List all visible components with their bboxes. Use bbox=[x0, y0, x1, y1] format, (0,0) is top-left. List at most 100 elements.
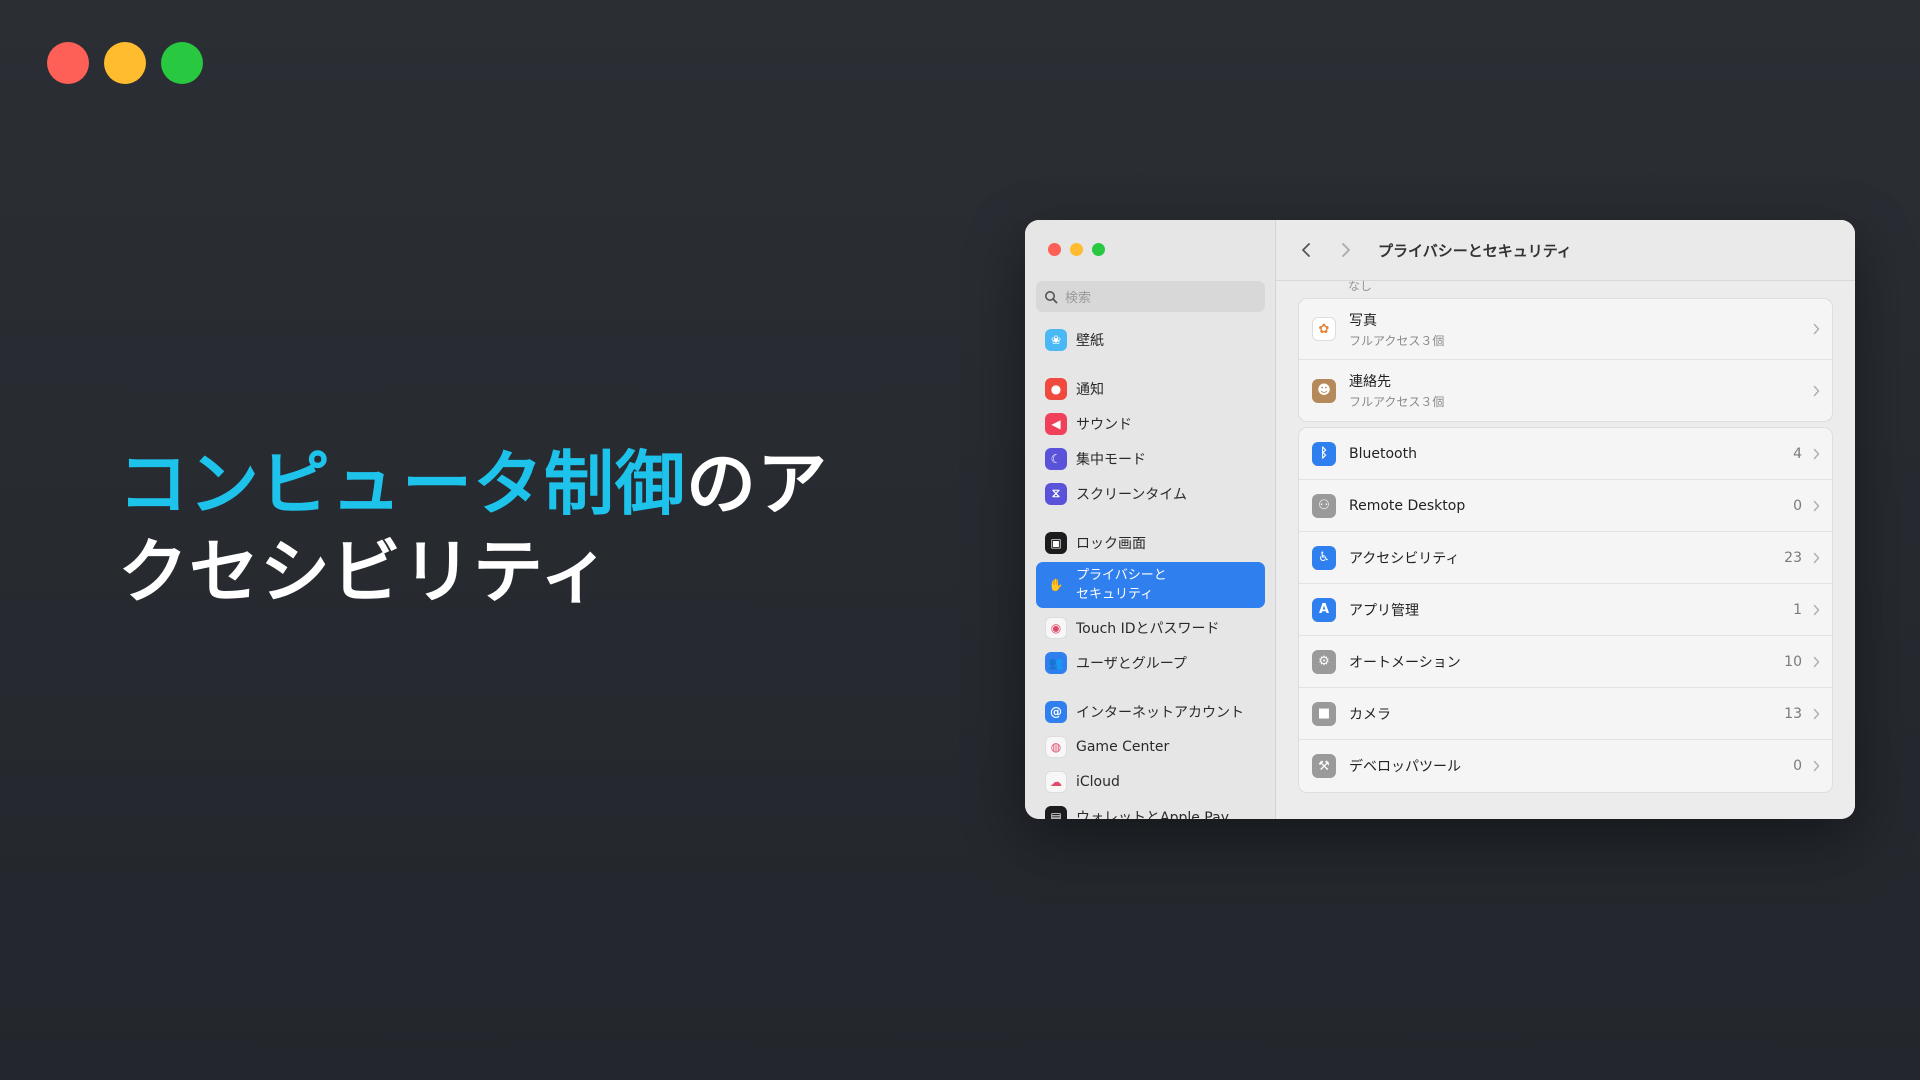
slide: コンピュータ制御のアクセシビリティ 検索 ❀ 壁紙 ● 通知 ◀ サウンド ☾ 集中モード ⧖ ス… bbox=[0, 0, 1920, 1080]
sidebar-item-label: スクリーンタイム bbox=[1076, 486, 1188, 503]
row-subtitle: フルアクセス３個 bbox=[1349, 333, 1445, 348]
bluetooth-icon: ᛒ bbox=[1312, 441, 1336, 466]
sidebar-item-label: サウンド bbox=[1076, 416, 1132, 433]
row-title: 連絡先 bbox=[1349, 374, 1391, 390]
chevron-right-icon bbox=[1813, 500, 1820, 511]
search-placeholder: 検索 bbox=[1065, 291, 1092, 306]
camera-icon: ■ bbox=[1312, 701, 1336, 726]
sidebar-item-sound[interactable]: ◀ サウンド bbox=[1025, 406, 1276, 441]
row-count: 0 bbox=[1793, 758, 1802, 774]
developer-tools-icon: ⚒ bbox=[1312, 754, 1336, 778]
row-count: 10 bbox=[1784, 653, 1802, 670]
settings-row-automation-gear[interactable]: ⚙ オートメーション 10 bbox=[1299, 636, 1832, 688]
sidebar-item-internet-accounts[interactable]: @ インターネットアカウント bbox=[1025, 694, 1276, 729]
settings-row-bluetooth[interactable]: ᛒ Bluetooth 4 bbox=[1299, 428, 1832, 480]
sidebar-item-label: ウォレットとApple Pay bbox=[1076, 809, 1229, 820]
touch-id-icon: ◉ bbox=[1045, 616, 1067, 639]
users-groups-icon: 👥 bbox=[1045, 651, 1067, 674]
settings-row-accessibility[interactable]: ♿ アクセシビリティ 23 bbox=[1299, 532, 1832, 584]
privacy-hand-icon: ✋ bbox=[1045, 574, 1067, 596]
row-title: Remote Desktop bbox=[1349, 497, 1466, 514]
sidebar-item-label: 通知 bbox=[1076, 381, 1104, 398]
forward-button[interactable] bbox=[1336, 240, 1356, 260]
row-count: 13 bbox=[1784, 705, 1802, 722]
zoom-dot-icon[interactable] bbox=[161, 42, 203, 84]
sidebar-item-notifications[interactable]: ● 通知 bbox=[1025, 371, 1276, 406]
row-texts: オートメーション bbox=[1349, 652, 1461, 672]
settings-row-app-store[interactable]: A アプリ管理 1 bbox=[1299, 584, 1832, 636]
accessibility-icon: ♿ bbox=[1312, 545, 1336, 570]
window-controls bbox=[1048, 243, 1105, 256]
sidebar-item-icloud[interactable]: ☁ iCloud bbox=[1025, 764, 1276, 799]
settings-group-apps: ✿ 写真フルアクセス３個 ☻ 連絡先 フルアクセス３個 bbox=[1298, 298, 1833, 422]
minimize-dot-icon[interactable] bbox=[104, 42, 146, 84]
icloud-icon: ☁ bbox=[1045, 770, 1067, 793]
minimize-button[interactable] bbox=[1070, 243, 1083, 256]
chevron-right-icon bbox=[1813, 656, 1820, 667]
settings-window: 検索 ❀ 壁紙 ● 通知 ◀ サウンド ☾ 集中モード ⧖ スクリーンタイム ▣ ロック画面 ✋ プライバ… bbox=[1025, 220, 1855, 819]
chevron-right-icon bbox=[1813, 448, 1820, 459]
notifications-icon: ● bbox=[1045, 377, 1067, 400]
row-texts: デベロッパツール bbox=[1349, 756, 1461, 776]
row-texts: 写真フルアクセス３個 bbox=[1349, 310, 1444, 349]
sidebar-item-touch-id[interactable]: ◉ Touch IDとパスワード bbox=[1025, 610, 1276, 645]
game-center-icon: ◍ bbox=[1045, 735, 1067, 758]
sidebar-item-lock-screen[interactable]: ▣ ロック画面 bbox=[1025, 525, 1276, 560]
toolbar: プライバシーとセキュリティ bbox=[1276, 220, 1855, 281]
settings-row-contacts[interactable]: ☻ 連絡先 フルアクセス３個 bbox=[1299, 360, 1832, 421]
sidebar-item-users-groups[interactable]: 👥 ユーザとグループ bbox=[1025, 645, 1276, 680]
close-dot-icon[interactable] bbox=[47, 42, 89, 84]
row-count: 1 bbox=[1793, 601, 1802, 618]
close-button[interactable] bbox=[1048, 243, 1061, 256]
sidebar-item-label: 集中モード bbox=[1076, 451, 1146, 468]
sidebar-item-game-center[interactable]: ◍ Game Center bbox=[1025, 729, 1276, 764]
headline-accent: コンピュータ制御 bbox=[118, 443, 686, 525]
row-texts: 連絡先 フルアクセス３個 bbox=[1349, 371, 1444, 410]
row-count: 4 bbox=[1793, 445, 1802, 462]
wallpaper-icon: ❀ bbox=[1045, 328, 1067, 351]
row-texts: カメラ bbox=[1349, 704, 1391, 724]
settings-group-permissions: ᛒ Bluetooth 4 ⚇ Remote Desktop 0 ♿ アクセシビリティ 23 A ア… bbox=[1298, 427, 1833, 793]
internet-accounts-icon: @ bbox=[1045, 700, 1067, 723]
chevron-right-icon bbox=[1813, 604, 1820, 615]
row-title: アクセシビリティ bbox=[1349, 550, 1460, 567]
chevron-right-icon bbox=[1342, 243, 1350, 257]
sidebar: 検索 ❀ 壁紙 ● 通知 ◀ サウンド ☾ 集中モード ⧖ スクリーンタイム ▣ ロック画面 ✋ プライバ… bbox=[1025, 220, 1276, 819]
sidebar-item-wallpaper[interactable]: ❀ 壁紙 bbox=[1025, 322, 1276, 357]
photos-icon: ✿ bbox=[1312, 317, 1336, 341]
search-input[interactable]: 検索 bbox=[1036, 281, 1265, 312]
sidebar-item-label: Game Center bbox=[1076, 738, 1170, 755]
app-store-icon: A bbox=[1312, 597, 1336, 622]
sidebar-item-label: インターネットアカウント bbox=[1076, 704, 1244, 721]
sidebar-item-screen-time[interactable]: ⧖ スクリーンタイム bbox=[1025, 476, 1276, 511]
focus-moon-icon: ☾ bbox=[1045, 447, 1067, 470]
settings-scroll-area[interactable]: なし ✿ 写真フルアクセス３個 ☻ 連絡先 フルアクセス３個 ᛒ Bluetooth 4 ⚇ R… bbox=[1298, 281, 1833, 819]
settings-row-camera[interactable]: ■ カメラ 13 bbox=[1299, 688, 1832, 740]
row-title: アプリ管理 bbox=[1349, 602, 1419, 619]
automation-gear-icon: ⚙ bbox=[1312, 649, 1336, 674]
settings-row-photos[interactable]: ✿ 写真フルアクセス３個 bbox=[1299, 299, 1832, 360]
lock-screen-icon: ▣ bbox=[1045, 531, 1067, 554]
chevron-right-icon bbox=[1813, 708, 1820, 719]
sidebar-item-wallet[interactable]: ▤ ウォレットとApple Pay bbox=[1025, 799, 1276, 819]
sidebar-item-focus-moon[interactable]: ☾ 集中モード bbox=[1025, 441, 1276, 476]
zoom-button[interactable] bbox=[1092, 243, 1105, 256]
row-texts: アクセシビリティ bbox=[1349, 548, 1459, 568]
sidebar-item-label: プライバシーと セキュリティ bbox=[1076, 568, 1167, 602]
chevron-right-icon bbox=[1813, 385, 1820, 396]
sidebar-item-label: 壁紙 bbox=[1076, 332, 1104, 349]
chevron-right-icon bbox=[1813, 760, 1820, 772]
row-title: 写真 bbox=[1349, 312, 1377, 329]
sound-icon: ◀ bbox=[1045, 412, 1067, 435]
back-button[interactable] bbox=[1296, 240, 1316, 260]
sidebar-item-label: ロック画面 bbox=[1076, 535, 1146, 552]
row-title: オートメーション bbox=[1349, 654, 1461, 671]
sidebar-item-privacy-hand[interactable]: ✋ プライバシーと セキュリティ bbox=[1036, 562, 1265, 608]
settings-row-developer-tools[interactable]: ⚒ デベロッパツール 0 bbox=[1299, 740, 1832, 792]
settings-row-remote-desktop[interactable]: ⚇ Remote Desktop 0 bbox=[1299, 480, 1832, 532]
remote-desktop-icon: ⚇ bbox=[1312, 493, 1336, 518]
row-texts: アプリ管理 bbox=[1349, 600, 1419, 620]
chevron-right-icon bbox=[1813, 552, 1820, 563]
cut-off-row-text: なし bbox=[1348, 281, 1373, 293]
row-title: カメラ bbox=[1349, 706, 1391, 723]
